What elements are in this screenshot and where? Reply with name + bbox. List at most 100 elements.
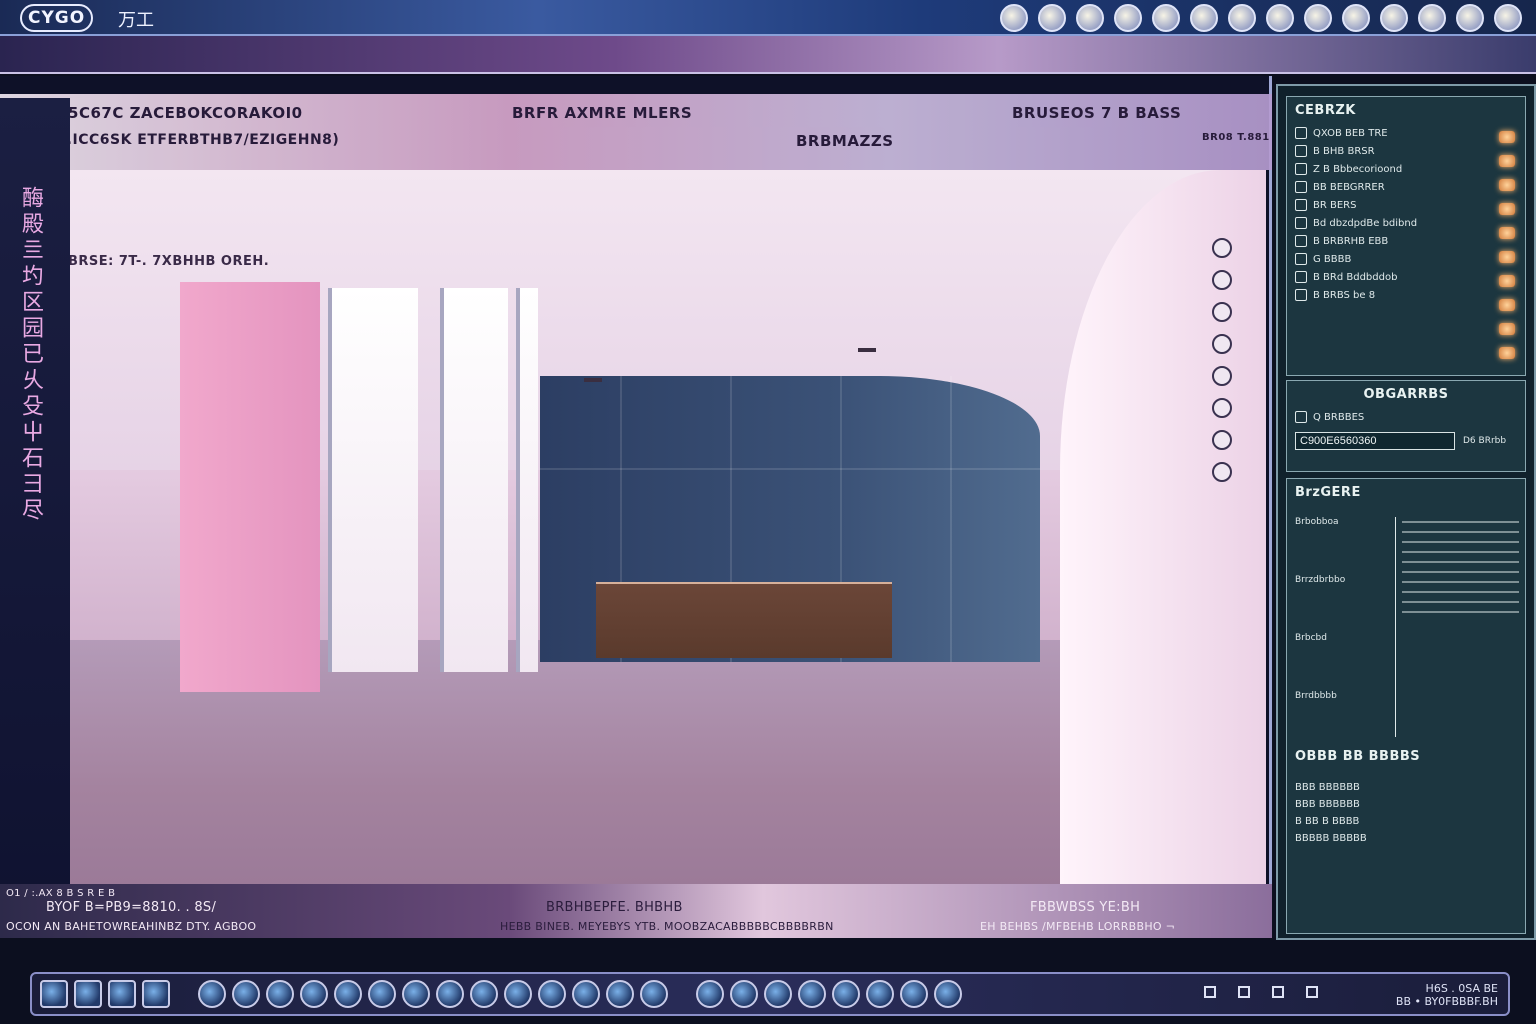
sidebar-property-row[interactable]: B BRBRHB EBB	[1287, 232, 1525, 250]
scene-pillar	[180, 282, 320, 692]
sidebar-property-row[interactable]: Z B Bbbecorioond	[1287, 160, 1525, 178]
image-icon[interactable]	[74, 980, 102, 1008]
sidebar-option-row[interactable]: Q BRBBES	[1287, 408, 1525, 426]
drone-icon[interactable]	[696, 980, 724, 1008]
settings-icon[interactable]	[1000, 4, 1028, 32]
clock-icon[interactable]	[1212, 430, 1232, 450]
code-input[interactable]	[1295, 432, 1455, 450]
camera-icon[interactable]	[504, 980, 532, 1008]
sidebar-property-row[interactable]: G BBBB	[1287, 250, 1525, 268]
code-field-note: D6 BRrbb	[1463, 436, 1507, 446]
pin-icon[interactable]	[1212, 238, 1232, 258]
cloud-icon[interactable]	[764, 980, 792, 1008]
cloud-icon[interactable]	[1266, 4, 1294, 32]
palette-icon[interactable]	[866, 980, 894, 1008]
target-icon[interactable]	[470, 980, 498, 1008]
calendar-icon[interactable]	[142, 980, 170, 1008]
property-label: QXOB BEB TRE	[1313, 127, 1388, 139]
sync-icon[interactable]	[538, 980, 566, 1008]
minus-icon[interactable]	[1212, 398, 1232, 418]
bell-icon[interactable]	[1418, 4, 1446, 32]
star-icon[interactable]	[1380, 4, 1408, 32]
folder-icon[interactable]	[40, 980, 68, 1008]
status-led	[1499, 227, 1515, 239]
details-label: Brbcbd	[1295, 633, 1327, 643]
property-label: BR BERS	[1313, 199, 1357, 211]
details-label: Brrzdbrbbo	[1295, 575, 1346, 585]
scene-overlay-note: BRSE: 7T-. 7XBHHB OREH.	[70, 254, 270, 269]
scene-reception-desk	[596, 582, 892, 658]
property-icon	[1295, 235, 1307, 247]
compass-icon[interactable]	[730, 980, 758, 1008]
wave-icon[interactable]	[402, 980, 430, 1008]
status-led	[1499, 347, 1515, 359]
sidebar-property-row[interactable]: Bd dbzdpdBe bdibnd	[1287, 214, 1525, 232]
maximize-icon[interactable]	[1238, 986, 1250, 998]
link-icon[interactable]	[232, 980, 260, 1008]
status-led	[1499, 275, 1515, 287]
property-icon	[1295, 145, 1307, 157]
moon-icon[interactable]	[900, 980, 928, 1008]
details-footer-row: BBB BBBBBB	[1295, 799, 1360, 810]
shield-icon[interactable]	[1212, 334, 1232, 354]
property-label: Z B Bbbecorioond	[1313, 163, 1403, 175]
brush-icon[interactable]	[436, 980, 464, 1008]
cursor-icon[interactable]	[572, 980, 600, 1008]
header-center-subtitle: BRBMAZZS	[796, 132, 894, 150]
sidebar-property-row[interactable]: B BRBS be 8	[1287, 286, 1525, 304]
sidebar-property-row[interactable]: QXOB BEB TRE	[1287, 124, 1525, 142]
property-label: B BRBS be 8	[1313, 289, 1376, 301]
help-icon[interactable]	[1494, 4, 1522, 32]
property-label: B BHB BRSR	[1313, 145, 1375, 157]
search-icon[interactable]	[1304, 4, 1332, 32]
camera-icon[interactable]	[1076, 4, 1104, 32]
sidebar-section-title: CEBRZK	[1295, 103, 1356, 118]
chart-icon[interactable]	[108, 980, 136, 1008]
taskbar: H6S . 0SA BE BB • BY0FBBBF.BH	[30, 972, 1510, 1016]
footer-left-top: O1 / :.AX 8 B S R E B	[6, 888, 116, 899]
spiral-icon[interactable]	[606, 980, 634, 1008]
water-icon[interactable]	[934, 980, 962, 1008]
pen-icon[interactable]	[300, 980, 328, 1008]
sidebar-property-row[interactable]: BR BERS	[1287, 196, 1525, 214]
grid-icon[interactable]	[1342, 4, 1370, 32]
sidebar-section-properties: CEBRZK QXOB BEB TRE B BHB BRSR Z B Bbbecor…	[1286, 96, 1526, 376]
render-scene[interactable]: BRSE: 7T-. 7XBHHB OREH.	[70, 170, 1266, 886]
sidebar-property-row[interactable]: BB BEBGRRER	[1287, 178, 1525, 196]
app-logo[interactable]: CYGO	[20, 4, 94, 32]
refresh-icon[interactable]	[198, 980, 226, 1008]
footer-center-top: BRBHBEPFE. BHBHB	[546, 900, 683, 915]
star-icon[interactable]	[832, 980, 860, 1008]
globe-icon[interactable]	[266, 980, 294, 1008]
ceiling-light	[584, 378, 602, 382]
target-icon[interactable]	[1212, 270, 1232, 290]
power-icon[interactable]	[1456, 4, 1484, 32]
taskbar-spacer	[674, 980, 690, 1008]
sidebar-property-row[interactable]: B BHB BRSR	[1287, 142, 1525, 160]
scene-window	[328, 288, 418, 672]
user-icon[interactable]	[1038, 4, 1066, 32]
tools-icon[interactable]	[640, 980, 668, 1008]
property-icon	[1295, 253, 1307, 265]
pen-icon[interactable]	[1212, 366, 1232, 386]
chat-icon[interactable]	[1190, 4, 1218, 32]
close-icon[interactable]	[1306, 986, 1318, 998]
globe-icon[interactable]	[1114, 4, 1142, 32]
property-icon	[1295, 289, 1307, 301]
viewport-footer: O1 / :.AX 8 B S R E B BYOF B=PB9=8810. .…	[0, 884, 1272, 938]
restore-icon[interactable]	[1272, 986, 1284, 998]
viewport-header: W777/.5C67C ZACEBOKCORAKOI0 9/. EAN.ICC6…	[0, 94, 1272, 170]
lock-icon[interactable]	[1228, 4, 1256, 32]
mail-icon[interactable]	[1152, 4, 1180, 32]
footer-left-bottom: OCON AN BAHETOWREAHINBZ DTY. AGBOO	[6, 920, 257, 933]
taskbar-spacer	[176, 980, 192, 1008]
leaf-icon[interactable]	[1212, 302, 1232, 322]
layers-icon[interactable]	[368, 980, 396, 1008]
minimize-icon[interactable]	[1204, 986, 1216, 998]
gear-icon[interactable]	[798, 980, 826, 1008]
property-label: B BRBRHB EBB	[1313, 235, 1389, 247]
square-icon[interactable]	[1212, 462, 1232, 482]
sidebar-property-row[interactable]: B BRd Bddbddob	[1287, 268, 1525, 286]
sidebar-section-options: OBGARRBS Q BRBBES D6 BRrbb	[1286, 380, 1526, 472]
cut-icon[interactable]	[334, 980, 362, 1008]
